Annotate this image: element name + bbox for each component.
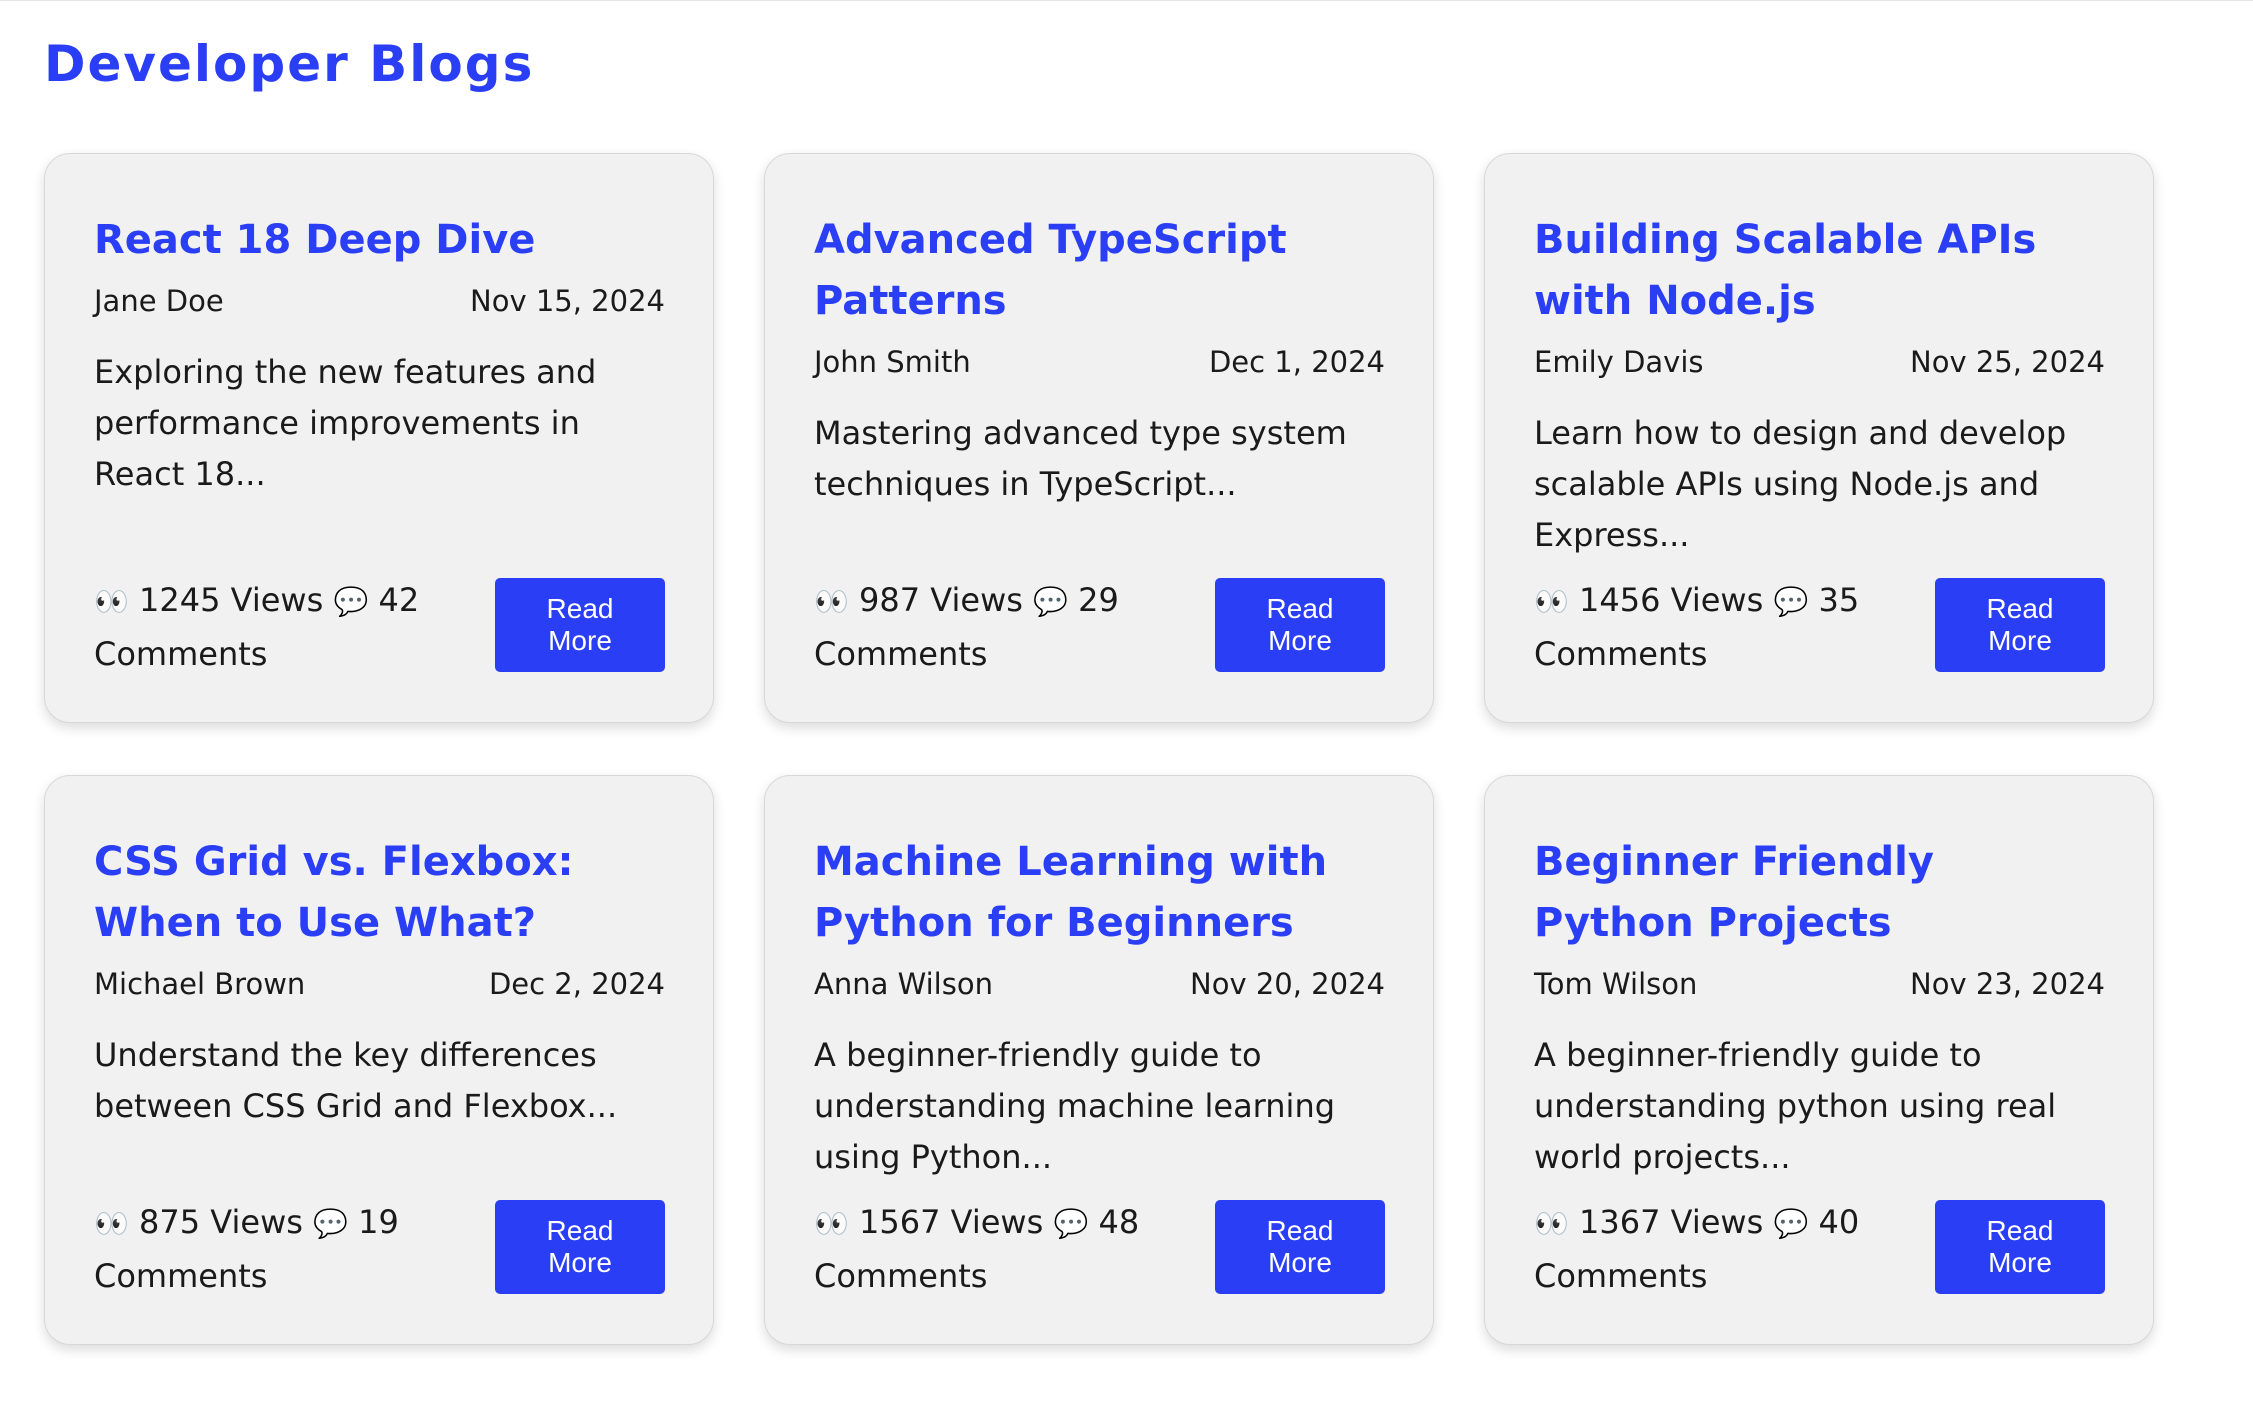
views-label: Views: [950, 1203, 1044, 1241]
comments-count: 48: [1098, 1203, 1140, 1241]
blog-date: Dec 2, 2024: [488, 967, 665, 1001]
blog-meta: Jane Doe Nov 15, 2024: [94, 281, 665, 321]
blog-stats: 👀 987 Views 💬 29 Comments: [814, 574, 1154, 680]
blog-date: Nov 23, 2024: [1910, 967, 2105, 1001]
page: Developer Blogs React 18 Deep Dive Jane …: [0, 0, 2253, 1414]
blog-excerpt: A beginner-friendly guide to understandi…: [1534, 1036, 2057, 1176]
views-count: 1456: [1579, 581, 1661, 619]
blog-author: John Smith: [814, 345, 971, 379]
eyes-icon: 👀: [814, 1207, 849, 1240]
speech-bubble-icon: 💬: [333, 585, 369, 618]
eyes-icon: 👀: [94, 585, 129, 618]
comments-count: 19: [358, 1203, 399, 1241]
blog-stats: 👀 875 Views 💬 19 Comments: [94, 1196, 434, 1302]
blog-excerpt: Learn how to design and develop scalable…: [1534, 414, 2067, 554]
read-more-button[interactable]: Read More: [1935, 1200, 2105, 1294]
comments-label: Comments: [94, 1257, 268, 1295]
blog-meta: Tom Wilson Nov 23, 2024: [1534, 964, 2105, 1004]
eyes-icon: 👀: [94, 1207, 129, 1240]
blog-title[interactable]: Beginner Friendly Python Projects: [1534, 832, 2105, 954]
blog-excerpt: Exploring the new features and performan…: [94, 353, 597, 493]
read-more-button[interactable]: Read More: [1215, 578, 1385, 672]
eyes-icon: 👀: [814, 585, 849, 618]
comments-count: 40: [1818, 1203, 1860, 1241]
blog-meta: Emily Davis Nov 25, 2024: [1534, 342, 2105, 382]
blog-title[interactable]: Building Scalable APIs with Node.js: [1534, 210, 2105, 332]
views-count: 1567: [859, 1203, 941, 1241]
blog-excerpt: A beginner-friendly guide to understandi…: [814, 1036, 1336, 1176]
blog-stats: 👀 1367 Views 💬 40 Comments: [1534, 1196, 1874, 1302]
blog-title[interactable]: Machine Learning with Python for Beginne…: [814, 832, 1385, 954]
blog-date: Nov 25, 2024: [1910, 345, 2105, 379]
blog-author: Jane Doe: [94, 284, 224, 318]
views-label: Views: [1670, 1203, 1764, 1241]
comments-label: Comments: [1534, 1257, 1708, 1295]
blog-title[interactable]: Advanced TypeScript Patterns: [814, 210, 1385, 332]
read-more-button[interactable]: Read More: [495, 578, 665, 672]
views-count: 1367: [1579, 1203, 1661, 1241]
blog-author: Tom Wilson: [1534, 967, 1698, 1001]
page-title: Developer Blogs: [44, 35, 535, 93]
eyes-icon: 👀: [1534, 585, 1569, 618]
blog-date: Dec 1, 2024: [1208, 345, 1385, 379]
blog-card: Building Scalable APIs with Node.js Emil…: [1484, 153, 2154, 723]
speech-bubble-icon: 💬: [313, 1207, 348, 1240]
comments-count: 42: [378, 581, 420, 619]
speech-bubble-icon: 💬: [1053, 1207, 1089, 1240]
views-label: Views: [230, 581, 324, 619]
views-label: Views: [930, 581, 1023, 619]
read-more-button[interactable]: Read More: [495, 1200, 665, 1294]
views-label: Views: [210, 1203, 303, 1241]
comments-label: Comments: [94, 635, 268, 673]
views-count: 1245: [139, 581, 221, 619]
blog-stats: 👀 1567 Views 💬 48 Comments: [814, 1196, 1154, 1302]
blog-stats: 👀 1456 Views 💬 35 Comments: [1534, 574, 1874, 680]
blog-title[interactable]: CSS Grid vs. Flexbox: When to Use What?: [94, 832, 665, 954]
blog-card: Beginner Friendly Python Projects Tom Wi…: [1484, 775, 2154, 1345]
blog-meta: Anna Wilson Nov 20, 2024: [814, 964, 1385, 1004]
comments-label: Comments: [1534, 635, 1708, 673]
blog-card: React 18 Deep Dive Jane Doe Nov 15, 2024…: [44, 153, 714, 723]
read-more-button[interactable]: Read More: [1935, 578, 2105, 672]
blog-grid: React 18 Deep Dive Jane Doe Nov 15, 2024…: [44, 153, 2154, 1345]
comments-label: Comments: [814, 1257, 988, 1295]
views-label: Views: [1670, 581, 1764, 619]
eyes-icon: 👀: [1534, 1207, 1569, 1240]
blog-card: Machine Learning with Python for Beginne…: [764, 775, 1434, 1345]
speech-bubble-icon: 💬: [1773, 1207, 1809, 1240]
speech-bubble-icon: 💬: [1773, 585, 1809, 618]
blog-stats: 👀 1245 Views 💬 42 Comments: [94, 574, 434, 680]
blog-meta: John Smith Dec 1, 2024: [814, 342, 1385, 382]
blog-date: Nov 20, 2024: [1190, 967, 1385, 1001]
comments-label: Comments: [814, 635, 988, 673]
blog-meta: Michael Brown Dec 2, 2024: [94, 964, 665, 1004]
blog-excerpt: Understand the key differences between C…: [94, 1036, 618, 1125]
blog-card: Advanced TypeScript Patterns John Smith …: [764, 153, 1434, 723]
blog-author: Michael Brown: [94, 967, 306, 1001]
read-more-button[interactable]: Read More: [1215, 1200, 1385, 1294]
blog-author: Anna Wilson: [814, 967, 993, 1001]
blog-excerpt: Mastering advanced type system technique…: [814, 414, 1347, 503]
comments-count: 35: [1818, 581, 1860, 619]
comments-count: 29: [1078, 581, 1119, 619]
views-count: 875: [139, 1203, 201, 1241]
blog-author: Emily Davis: [1534, 345, 1704, 379]
blog-title[interactable]: React 18 Deep Dive: [94, 210, 665, 271]
blog-card: CSS Grid vs. Flexbox: When to Use What? …: [44, 775, 714, 1345]
blog-date: Nov 15, 2024: [470, 284, 665, 318]
speech-bubble-icon: 💬: [1033, 585, 1068, 618]
views-count: 987: [859, 581, 921, 619]
